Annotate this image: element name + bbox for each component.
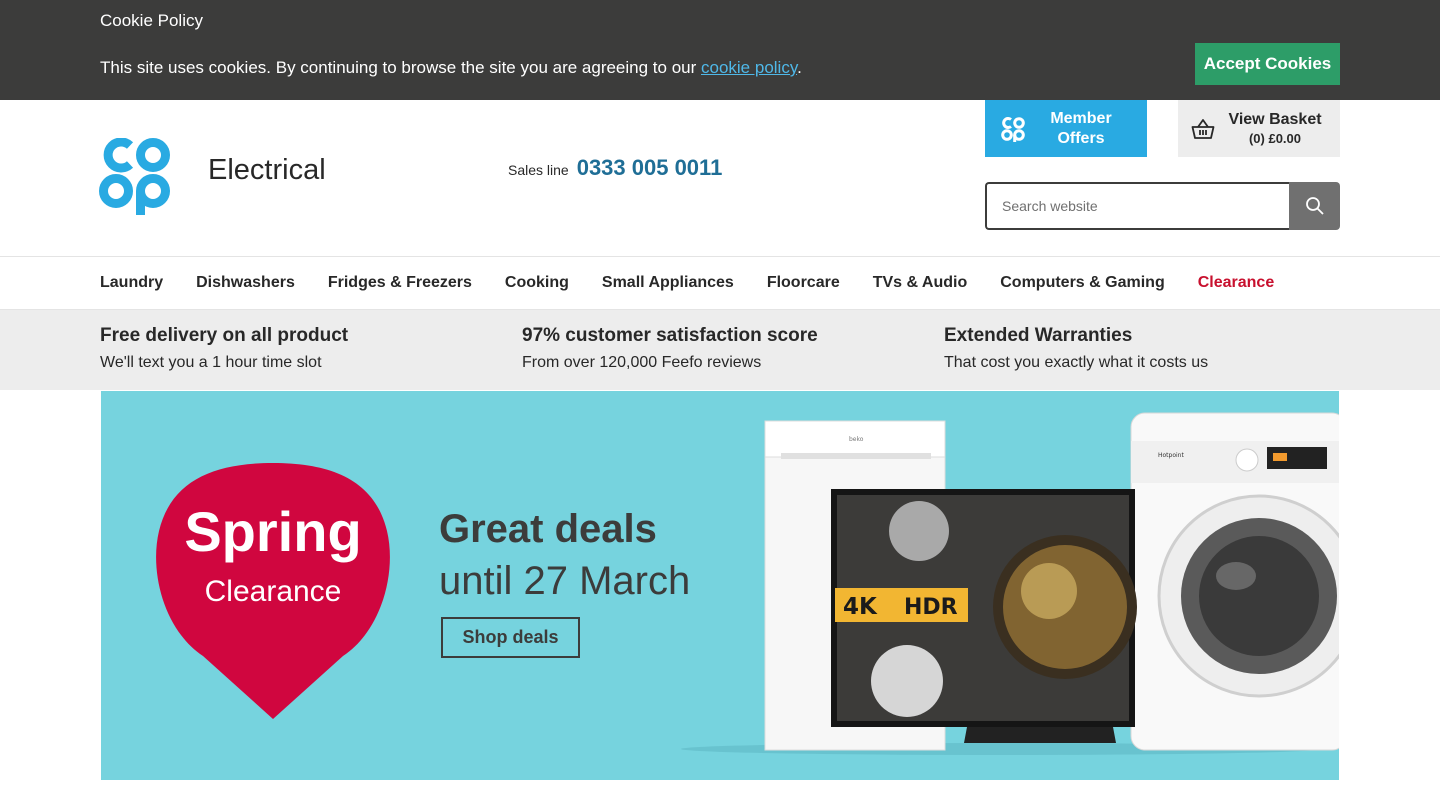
benefit-warranties: Extended Warranties That cost you exactl…	[944, 325, 1208, 372]
benefit-title: Extended Warranties	[944, 325, 1133, 346]
nav-item-fridges-freezers[interactable]: Fridges & Freezers	[328, 274, 472, 292]
benefit-subtitle: From over 120,000 Feefo reviews	[522, 354, 762, 371]
sales-line: Sales line 0333 005 0011	[508, 155, 722, 181]
basket-icon	[1191, 118, 1215, 139]
view-basket-button[interactable]: View Basket (0) £0.00	[1178, 100, 1340, 157]
search-input[interactable]	[985, 182, 1289, 230]
benefits-strip: Free delivery on all product We'll text …	[0, 310, 1440, 390]
benefit-free-delivery: Free delivery on all product We'll text …	[100, 325, 348, 372]
nav-item-cooking[interactable]: Cooking	[505, 274, 569, 292]
search-bar	[985, 182, 1340, 230]
cookie-banner-message: This site uses cookies. By continuing to…	[100, 58, 802, 78]
search-button[interactable]	[1289, 182, 1340, 230]
fridge-brand-label: beko	[849, 436, 864, 443]
washing-machine-image: Hotpoint	[1130, 412, 1339, 751]
benefit-satisfaction: 97% customer satisfaction score From ove…	[522, 325, 818, 372]
basket-summary: (0) £0.00	[1248, 131, 1302, 146]
nav-item-tvs-audio[interactable]: TVs & Audio	[873, 274, 968, 292]
nav-item-small-appliances[interactable]: Small Appliances	[602, 274, 734, 292]
benefit-subtitle: We'll text you a 1 hour time slot	[100, 354, 322, 371]
accept-cookies-button[interactable]: Accept Cookies	[1195, 43, 1340, 85]
nav-item-floorcare[interactable]: Floorcare	[767, 274, 840, 292]
hero-banner[interactable]: Spring Clearance Great deals until 27 Ma…	[101, 391, 1339, 780]
nav-item-computers-gaming[interactable]: Computers & Gaming	[1000, 274, 1164, 292]
nav-item-clearance[interactable]: Clearance	[1198, 274, 1275, 292]
coop-member-icon	[1001, 116, 1025, 142]
basket-text: View Basket (0) £0.00	[1225, 111, 1325, 146]
basket-label: View Basket	[1228, 111, 1322, 128]
benefit-title: Free delivery on all product	[100, 325, 349, 346]
member-offers-button[interactable]: Member Offers	[985, 100, 1147, 157]
tv-image: 4K HDR	[831, 489, 1137, 743]
sales-phone-number[interactable]: 0333 005 0011	[577, 155, 723, 181]
cookie-banner: Cookie Policy This site uses cookies. By…	[0, 0, 1440, 100]
cookie-banner-title: Cookie Policy	[100, 11, 203, 30]
washer-brand-label: Hotpoint	[1158, 452, 1184, 459]
member-offers-label: Member Offers	[1050, 109, 1112, 147]
coop-logo-icon[interactable]	[98, 138, 172, 216]
sales-line-label: Sales line	[508, 162, 569, 178]
cookie-message-text: This site uses cookies. By continuing to…	[100, 58, 701, 77]
tv-hdr-label: HDR	[904, 595, 958, 620]
tv-4k-label: 4K	[843, 594, 878, 620]
benefit-title: 97% customer satisfaction score	[522, 325, 818, 346]
search-icon	[1305, 197, 1324, 215]
benefit-subtitle: That cost you exactly what it costs us	[944, 354, 1209, 371]
product-images: beko Hotpoint 4K HDR	[681, 412, 1339, 755]
site-name: Electrical	[208, 154, 326, 186]
nav-item-laundry[interactable]: Laundry	[100, 274, 163, 292]
main-nav-list: Laundry Dishwashers Fridges & Freezers C…	[100, 257, 1307, 309]
main-navigation: Laundry Dishwashers Fridges & Freezers C…	[0, 256, 1440, 310]
nav-item-dishwashers[interactable]: Dishwashers	[196, 274, 295, 292]
cookie-policy-link[interactable]: cookie policy	[701, 58, 797, 77]
cookie-message-period: .	[797, 58, 802, 77]
